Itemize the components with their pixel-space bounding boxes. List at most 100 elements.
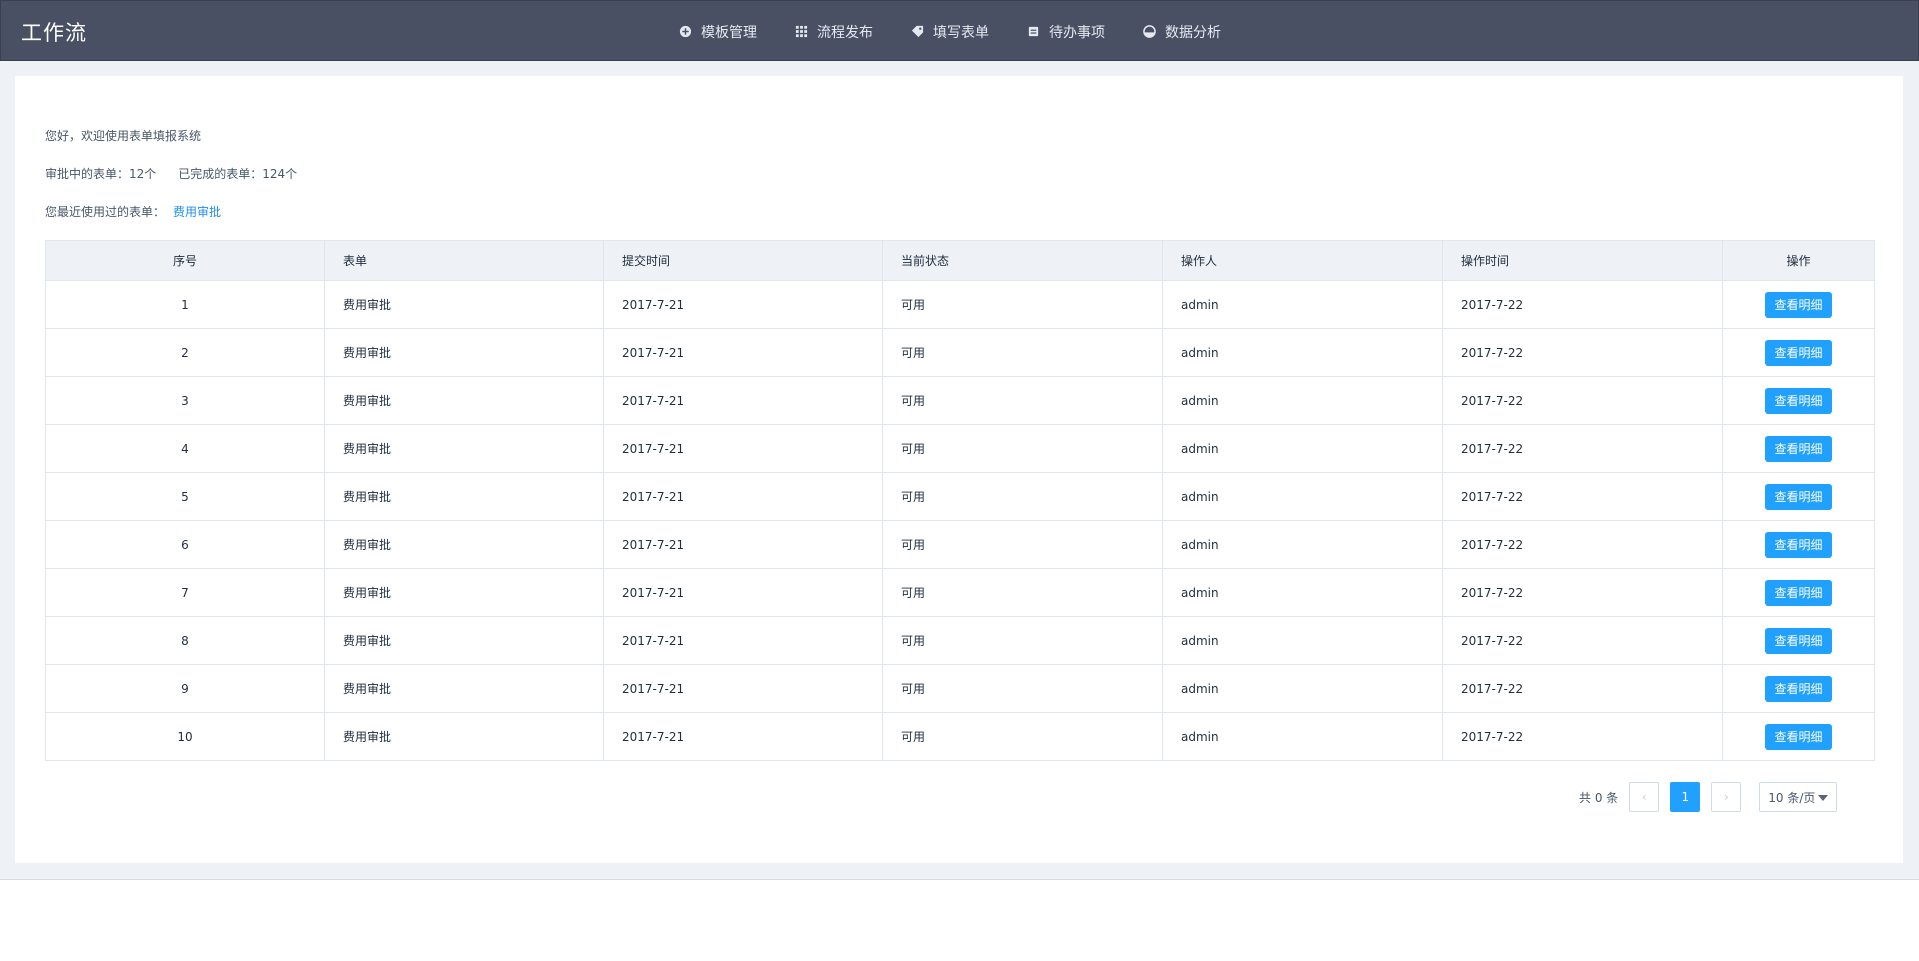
cell-operate-time: 2017-7-22 [1442, 376, 1723, 425]
cell-status: 可用 [882, 520, 1163, 569]
prev-page-button[interactable]: ‹ [1629, 782, 1660, 812]
cell-form: 费用审批 [324, 424, 604, 473]
cell-operate-time: 2017-7-22 [1442, 712, 1723, 761]
nav-item-template-manage[interactable]: 模板管理 [679, 22, 757, 42]
table-header-row: 序号 表单 提交时间 当前状态 操作人 操作时间 操作 [45, 240, 1875, 281]
cell-form: 费用审批 [324, 280, 604, 329]
cell-operator: admin [1162, 280, 1443, 329]
cell-index: 8 [45, 616, 325, 665]
column-header-form[interactable]: 表单 [324, 240, 604, 281]
nav-item-todo[interactable]: 待办事项 [1027, 22, 1105, 42]
table-row: 10 费用审批 2017-7-21 可用 admin 2017-7-22 查看明细 [45, 712, 1875, 761]
column-header-status[interactable]: 当前状态 [882, 240, 1163, 281]
cell-submit-time: 2017-7-21 [603, 328, 883, 377]
cell-operator: admin [1162, 616, 1443, 665]
cell-index: 4 [45, 424, 325, 473]
cell-operator: admin [1162, 712, 1443, 761]
nav-label: 填写表单 [933, 24, 989, 41]
cell-action: 查看明细 [1722, 664, 1875, 713]
cell-action: 查看明细 [1722, 616, 1875, 665]
top-navbar: 工作流 模板管理 流程发布 填写表单 待办事项 数据分析 [0, 0, 1919, 61]
next-page-button[interactable]: › [1711, 782, 1742, 812]
cell-operator: admin [1162, 520, 1443, 569]
view-details-button[interactable]: 查看明细 [1765, 483, 1832, 510]
cell-form: 费用审批 [324, 472, 604, 521]
nav-label: 待办事项 [1049, 24, 1105, 41]
column-header-operator[interactable]: 操作人 [1162, 240, 1443, 281]
nav-item-data-analysis[interactable]: 数据分析 [1143, 22, 1221, 42]
cell-operate-time: 2017-7-22 [1442, 520, 1723, 569]
table-row: 3 费用审批 2017-7-21 可用 admin 2017-7-22 查看明细 [45, 376, 1875, 425]
cell-status: 可用 [882, 328, 1163, 377]
nav-label: 模板管理 [701, 24, 757, 41]
column-header-submit-time[interactable]: 提交时间 [603, 240, 883, 281]
page-size-select[interactable]: 10 条/页 [1759, 782, 1838, 812]
nav-item-fill-form[interactable]: 填写表单 [911, 22, 989, 42]
cell-action: 查看明细 [1722, 712, 1875, 761]
cell-form: 费用审批 [324, 712, 604, 761]
cell-operate-time: 2017-7-22 [1442, 616, 1723, 665]
view-details-button[interactable]: 查看明细 [1765, 387, 1832, 414]
cell-action: 查看明细 [1722, 280, 1875, 329]
table-row: 9 费用审批 2017-7-21 可用 admin 2017-7-22 查看明细 [45, 664, 1875, 713]
nav-item-process-publish[interactable]: 流程发布 [795, 22, 873, 42]
cell-status: 可用 [882, 616, 1163, 665]
cell-submit-time: 2017-7-21 [603, 616, 883, 665]
cell-operate-time: 2017-7-22 [1442, 280, 1723, 329]
cell-index: 1 [45, 280, 325, 329]
cell-submit-time: 2017-7-21 [603, 472, 883, 521]
caret-down-icon [1818, 795, 1829, 801]
cell-operate-time: 2017-7-22 [1442, 664, 1723, 713]
cell-operator: admin [1162, 328, 1443, 377]
cell-status: 可用 [882, 664, 1163, 713]
cell-status: 可用 [882, 376, 1163, 425]
view-details-button[interactable]: 查看明细 [1765, 531, 1832, 558]
cell-action: 查看明细 [1722, 568, 1875, 617]
view-details-button[interactable]: 查看明细 [1765, 627, 1832, 654]
table-body: 1 费用审批 2017-7-21 可用 admin 2017-7-22 查看明细 2 费用审批 2… [45, 280, 1875, 761]
tag-icon [911, 25, 924, 38]
table-row: 6 费用审批 2017-7-21 可用 admin 2017-7-22 查看明细 [45, 520, 1875, 569]
chart-pie-icon [1143, 25, 1156, 38]
cell-status: 可用 [882, 712, 1163, 761]
plus-circle-icon [679, 25, 692, 38]
cell-index: 10 [45, 712, 325, 761]
cell-index: 6 [45, 520, 325, 569]
page-number-button[interactable]: 1 [1670, 782, 1701, 812]
cell-form: 费用审批 [324, 664, 604, 713]
document-icon [1028, 26, 1039, 37]
main-nav: 模板管理 流程发布 填写表单 待办事项 数据分析 [679, 1, 1259, 62]
cell-operator: admin [1162, 424, 1443, 473]
page-size-value: 10 条/页 [1768, 790, 1816, 805]
table-row: 1 费用审批 2017-7-21 可用 admin 2017-7-22 查看明细 [45, 280, 1875, 329]
view-details-button[interactable]: 查看明细 [1765, 291, 1832, 318]
column-header-index[interactable]: 序号 [45, 240, 325, 281]
cell-operate-time: 2017-7-22 [1442, 472, 1723, 521]
column-header-operate-time[interactable]: 操作时间 [1442, 240, 1723, 281]
view-details-button[interactable]: 查看明细 [1765, 723, 1832, 750]
cell-form: 费用审批 [324, 328, 604, 377]
cell-status: 可用 [882, 280, 1163, 329]
cell-form: 费用审批 [324, 520, 604, 569]
cell-submit-time: 2017-7-21 [603, 664, 883, 713]
view-details-button[interactable]: 查看明细 [1765, 675, 1832, 702]
cell-submit-time: 2017-7-21 [603, 520, 883, 569]
brand-title: 工作流 [21, 21, 87, 45]
column-header-action[interactable]: 操作 [1722, 240, 1875, 281]
cell-index: 2 [45, 328, 325, 377]
cell-submit-time: 2017-7-21 [603, 568, 883, 617]
cell-index: 7 [45, 568, 325, 617]
nav-label: 数据分析 [1165, 24, 1221, 41]
view-details-button[interactable]: 查看明细 [1765, 339, 1832, 366]
table-row: 8 费用审批 2017-7-21 可用 admin 2017-7-22 查看明细 [45, 616, 1875, 665]
grid-icon [795, 25, 808, 38]
table-row: 7 费用审批 2017-7-21 可用 admin 2017-7-22 查看明细 [45, 568, 1875, 617]
view-details-button[interactable]: 查看明细 [1765, 579, 1832, 606]
app-background: 工作流 模板管理 流程发布 填写表单 待办事项 数据分析 您好，欢迎使用表单填报… [0, 0, 1919, 880]
view-details-button[interactable]: 查看明细 [1765, 435, 1832, 462]
cell-index: 9 [45, 664, 325, 713]
recent-form-link[interactable]: 费用审批 [173, 205, 221, 219]
cell-index: 5 [45, 472, 325, 521]
cell-index: 3 [45, 376, 325, 425]
cell-form: 费用审批 [324, 616, 604, 665]
